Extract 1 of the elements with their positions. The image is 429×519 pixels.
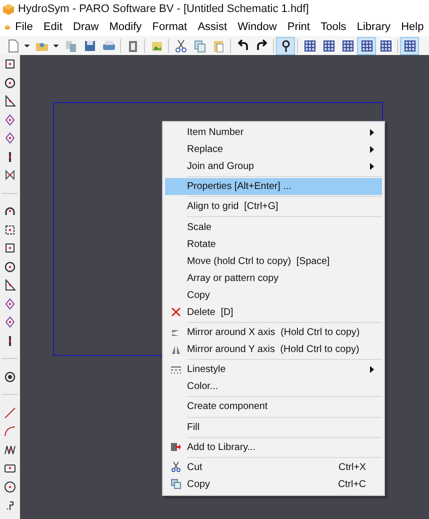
window-title: HydroSym - PARO Software BV - [Untitled Schematic 1.hdf] — [18, 3, 309, 15]
